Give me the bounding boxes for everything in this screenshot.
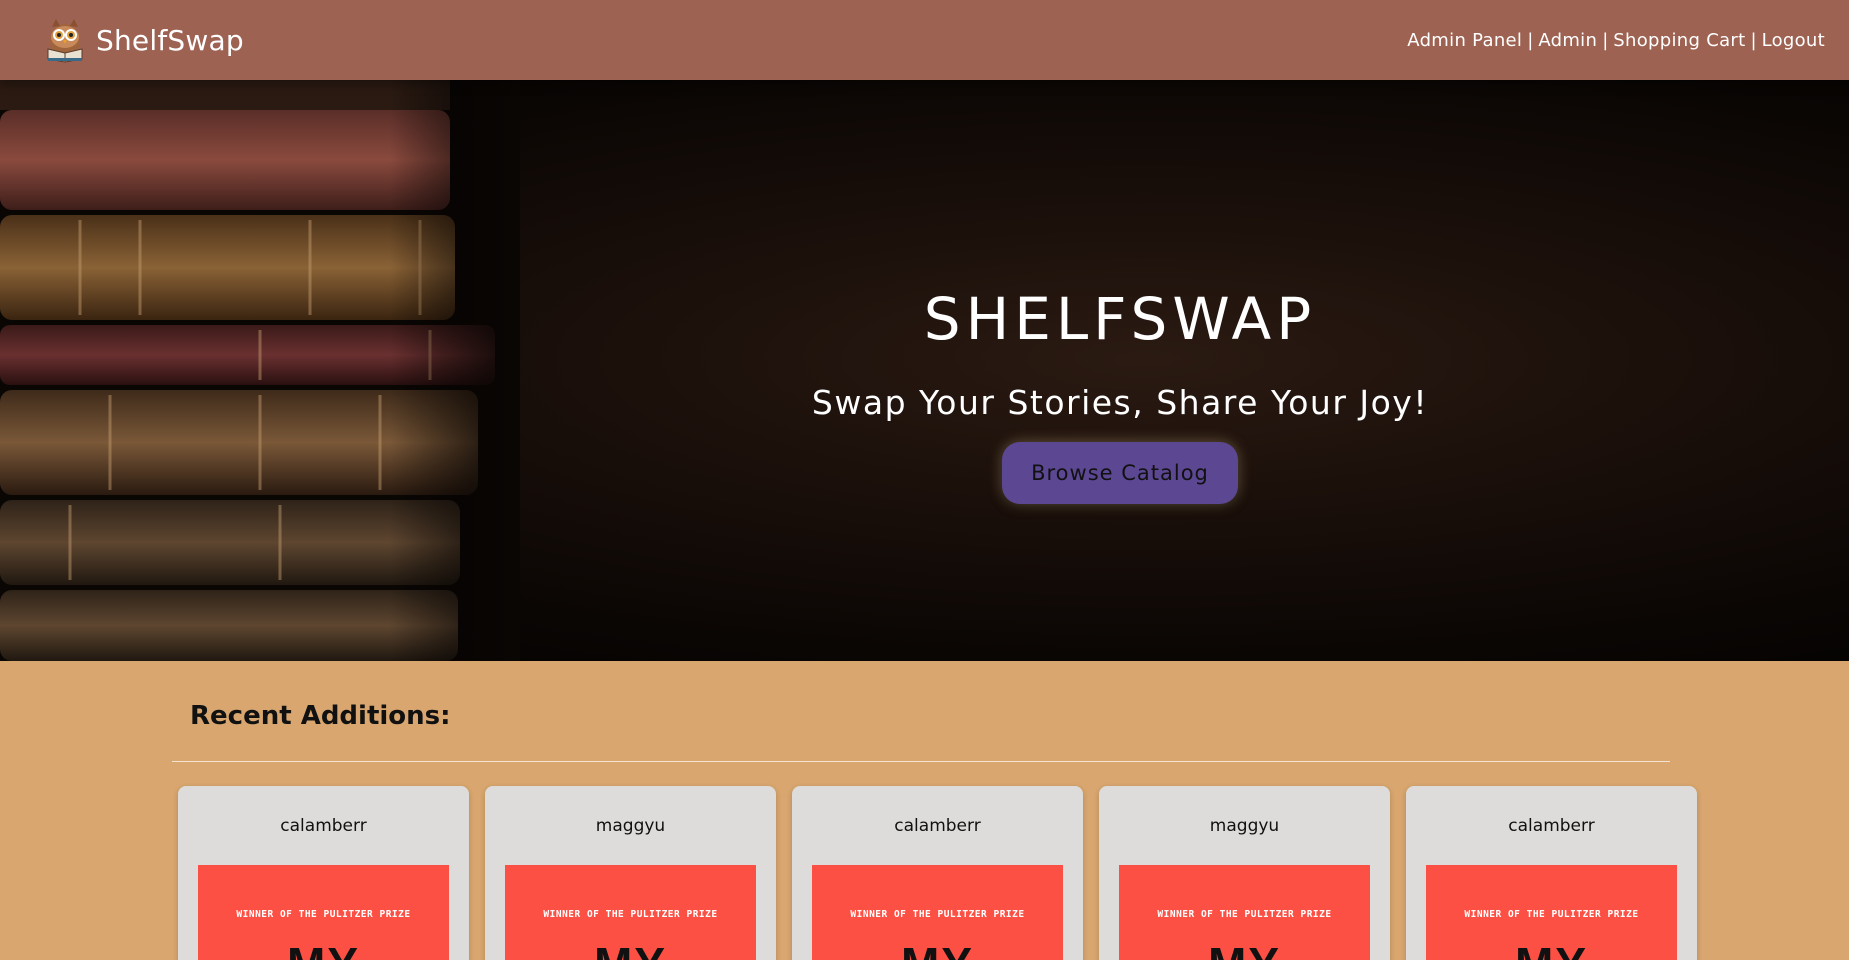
brand[interactable]: ShelfSwap <box>40 15 244 65</box>
book-card[interactable]: maggyu WINNER OF THE PULITZER PRIZE MY <box>485 786 776 960</box>
cover-award-text: WINNER OF THE PULITZER PRIZE <box>850 909 1025 920</box>
card-owner-name: calamberr <box>894 816 981 836</box>
card-owner-name: calamberr <box>1508 816 1595 836</box>
book-cover-image[interactable]: WINNER OF THE PULITZER PRIZE MY <box>1119 865 1370 960</box>
hero-title: SHELFSWAP <box>923 285 1317 353</box>
book-stack-image <box>0 80 520 661</box>
card-owner-name: maggyu <box>1209 816 1280 836</box>
divider <box>172 761 1670 762</box>
book-cover-image[interactable]: WINNER OF THE PULITZER PRIZE MY <box>505 865 756 960</box>
card-owner-name: calamberr <box>280 816 367 836</box>
cover-title-text: MY <box>812 937 1063 960</box>
recent-additions-section: Recent Additions: calamberr WINNER OF TH… <box>0 661 1849 960</box>
cover-award-text: WINNER OF THE PULITZER PRIZE <box>1157 909 1332 920</box>
book-card[interactable]: calamberr WINNER OF THE PULITZER PRIZE M… <box>1406 786 1697 960</box>
nav-separator: | <box>1602 29 1609 51</box>
book-card-list: calamberr WINNER OF THE PULITZER PRIZE M… <box>178 786 1697 960</box>
nav-logout-link[interactable]: Logout <box>1762 30 1825 51</box>
browse-catalog-button[interactable]: Browse Catalog <box>1002 442 1238 504</box>
nav-admin-panel-link[interactable]: Admin Panel <box>1407 30 1522 51</box>
cover-title-text: MY <box>198 937 449 960</box>
book-card[interactable]: calamberr WINNER OF THE PULITZER PRIZE M… <box>178 786 469 960</box>
nav-admin-link[interactable]: Admin <box>1538 30 1597 51</box>
book-cover-image[interactable]: WINNER OF THE PULITZER PRIZE MY <box>1426 865 1677 960</box>
owl-reading-book-icon <box>40 15 90 65</box>
book-card[interactable]: maggyu WINNER OF THE PULITZER PRIZE MY <box>1099 786 1390 960</box>
cover-award-text: WINNER OF THE PULITZER PRIZE <box>543 909 718 920</box>
cover-title-text: MY <box>1119 937 1370 960</box>
section-heading: Recent Additions: <box>190 701 451 731</box>
brand-name: ShelfSwap <box>96 23 244 57</box>
cover-award-text: WINNER OF THE PULITZER PRIZE <box>1464 909 1639 920</box>
hero-content: SHELFSWAP Swap Your Stories, Share Your … <box>760 80 1480 661</box>
nav-separator: | <box>1750 29 1757 51</box>
cover-title-text: MY <box>1426 937 1677 960</box>
book-cover-image[interactable]: WINNER OF THE PULITZER PRIZE MY <box>812 865 1063 960</box>
hero-banner: SHELFSWAP Swap Your Stories, Share Your … <box>0 80 1849 661</box>
user-navigation: Admin Panel | Admin | Shopping Cart | Lo… <box>1407 30 1825 51</box>
cover-award-text: WINNER OF THE PULITZER PRIZE <box>236 909 411 920</box>
cover-title-text: MY <box>505 937 756 960</box>
top-navigation-bar: ShelfSwap Admin Panel | Admin | Shopping… <box>0 0 1849 80</box>
hero-subtitle: Swap Your Stories, Share Your Joy! <box>811 383 1429 422</box>
book-cover-image[interactable]: WINNER OF THE PULITZER PRIZE MY <box>198 865 449 960</box>
nav-shopping-cart-link[interactable]: Shopping Cart <box>1613 30 1745 51</box>
book-card[interactable]: calamberr WINNER OF THE PULITZER PRIZE M… <box>792 786 1083 960</box>
nav-separator: | <box>1527 29 1534 51</box>
card-owner-name: maggyu <box>595 816 666 836</box>
